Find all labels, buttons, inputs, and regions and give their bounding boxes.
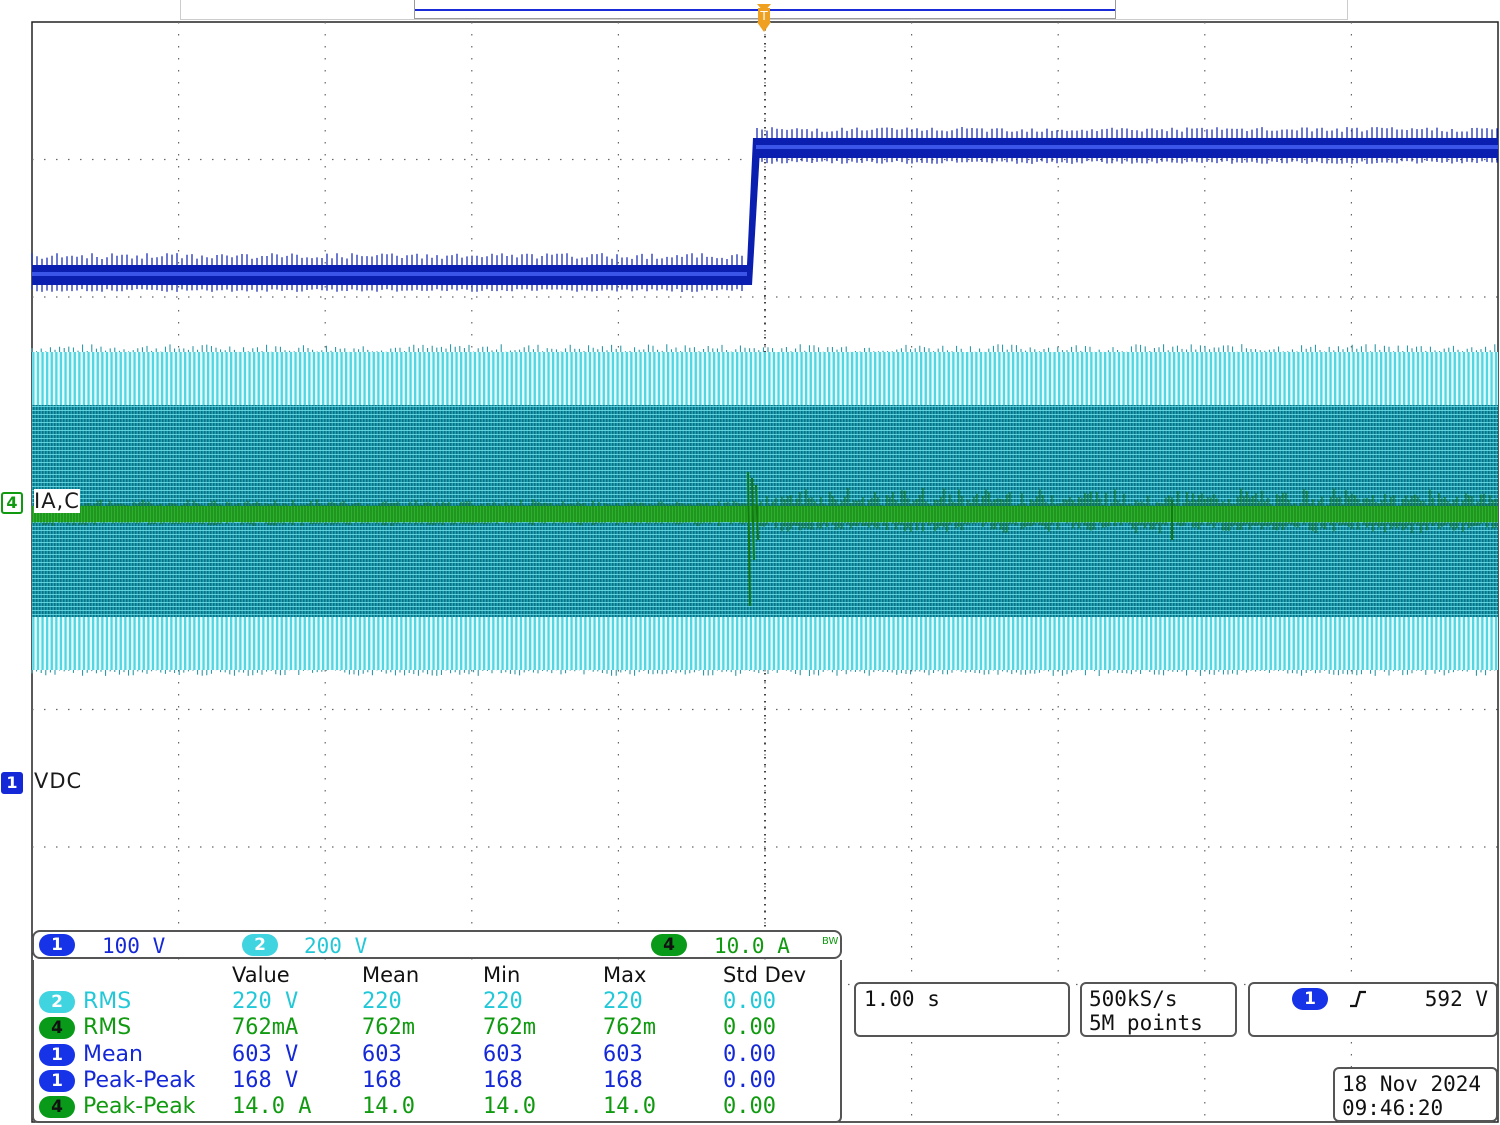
measurement-mean: 14.0 <box>362 1094 415 1120</box>
ch1-label: VDC <box>34 769 83 793</box>
date: 18 Nov 2024 <box>1342 1072 1482 1096</box>
measurement-min: 603 <box>483 1041 523 1067</box>
trigger-level: 592 V <box>1424 987 1488 1011</box>
measurement-row[interactable]: 2 RMS 220 V 220 220 220 0.00 <box>34 989 840 1015</box>
measurement-channel-badge: 4 <box>39 1096 75 1119</box>
ch4-badge[interactable]: 4 <box>651 934 687 956</box>
measurement-std: 0.00 <box>723 1067 776 1093</box>
col-header-mean: Mean <box>362 963 420 987</box>
ch1-step-edge <box>747 138 760 285</box>
measurement-max: 14.0 <box>603 1094 656 1120</box>
measurement-mean: 603 <box>362 1041 402 1067</box>
col-header-std-dev: Std Dev <box>723 963 807 987</box>
measurement-min: 168 <box>483 1067 523 1093</box>
measurement-min: 220 <box>483 989 523 1014</box>
measurement-row[interactable]: 4 Peak-Peak 14.0 A 14.0 14.0 14.0 0.00 <box>34 1094 840 1120</box>
measurement-max: 762m <box>603 1015 656 1041</box>
trigger-source-badge: 1 <box>1292 988 1328 1010</box>
measurement-channel-badge: 2 <box>39 991 75 1013</box>
time: 09:46:20 <box>1342 1096 1444 1120</box>
ch1-badge[interactable]: 1 <box>39 934 75 956</box>
col-header-min: Min <box>483 963 521 987</box>
measurement-table: Value Mean Min Max Std Dev 2 RMS 220 V 220 2… <box>32 960 842 1123</box>
ch1-ground-marker[interactable]: 1 <box>1 772 23 794</box>
trigger-position-marker: T <box>757 4 771 32</box>
svg-text:T: T <box>759 9 768 23</box>
measurement-mean: 220 <box>362 989 402 1014</box>
measurement-std: 0.00 <box>723 1015 776 1041</box>
measurement-mean: 762m <box>362 1015 415 1041</box>
measurement-channel-badge: 4 <box>39 1017 75 1040</box>
measurement-row[interactable]: 1 Peak-Peak 168 V 168 168 168 0.00 <box>34 1068 840 1094</box>
ch2-scale[interactable]: 200 V <box>304 934 367 958</box>
measurement-value: 14.0 A <box>232 1094 312 1120</box>
measurement-type: Peak-Peak <box>83 1094 196 1120</box>
acquisition-readout[interactable]: 500kS/s 5M points <box>1080 982 1237 1037</box>
rising-edge-icon <box>1350 990 1366 1008</box>
waveform-area <box>31 127 1498 676</box>
measurement-type: RMS <box>83 1015 132 1041</box>
measurement-std: 0.00 <box>723 1041 776 1067</box>
measurement-channel-badge: 1 <box>39 1069 75 1092</box>
measurement-type: Mean <box>83 1041 143 1067</box>
measurement-min: 762m <box>483 1015 536 1041</box>
trigger-readout[interactable]: 1 592 V <box>1248 982 1498 1037</box>
ch4-trace-band <box>32 506 1498 522</box>
ch1-low-center <box>32 272 747 276</box>
measurement-value: 762mA <box>232 1015 299 1041</box>
col-header-value: Value <box>232 963 290 987</box>
channel-scale-bar: 1 100 V 2 200 V 4 10.0 A BW <box>32 930 842 959</box>
measurement-type: RMS <box>83 989 132 1014</box>
timebase-value: 1.00 s <box>864 987 940 1011</box>
ch1-scale[interactable]: 100 V <box>102 934 165 958</box>
measurement-value: 168 V <box>232 1067 299 1093</box>
measurement-max: 603 <box>603 1041 643 1067</box>
ch4-ground-marker[interactable]: 4 <box>1 492 23 514</box>
measurement-std: 0.00 <box>723 989 776 1014</box>
ch4-label: IA,C <box>34 489 80 513</box>
measurement-max: 220 <box>603 989 643 1014</box>
col-header-max: Max <box>603 963 647 987</box>
datetime-readout: 18 Nov 2024 09:46:20 <box>1333 1067 1498 1122</box>
ch2-badge[interactable]: 2 <box>242 934 278 956</box>
ch1-high-center <box>756 145 1498 149</box>
measurement-min: 14.0 <box>483 1094 536 1120</box>
measurement-value: 220 V <box>232 989 299 1014</box>
ch4-scale[interactable]: 10.0 A <box>714 934 790 958</box>
measurement-type: Peak-Peak <box>83 1067 196 1093</box>
measurement-mean: 168 <box>362 1067 402 1093</box>
record-length: 5M points <box>1089 1011 1203 1035</box>
measurement-value: 603 V <box>232 1041 299 1067</box>
bandwidth-limit-icon: BW <box>822 936 839 947</box>
measurement-std: 0.00 <box>723 1094 776 1120</box>
measurement-max: 168 <box>603 1067 643 1093</box>
sample-rate: 500kS/s <box>1089 987 1178 1011</box>
measurement-row[interactable]: 4 RMS 762mA 762m 762m 762m 0.00 <box>34 1015 840 1041</box>
measurement-channel-badge: 1 <box>39 1043 75 1066</box>
timebase-readout[interactable]: 1.00 s <box>854 982 1070 1037</box>
measurement-row[interactable]: 1 Mean 603 V 603 603 603 0.00 <box>34 1042 840 1068</box>
